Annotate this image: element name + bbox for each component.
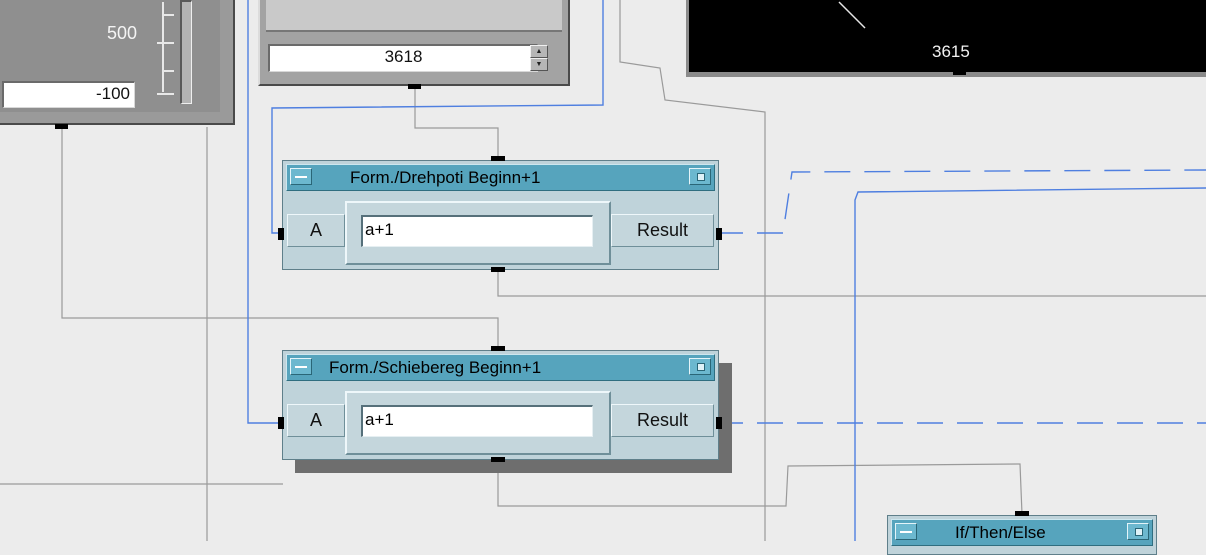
minimize-icon[interactable] [290,168,312,185]
formula-drehpoti-title: Form./Drehpoti Beginn+1 [350,168,541,187]
formula-drehpoti-pin-a [278,228,284,240]
maximize-icon[interactable] [689,358,711,375]
ifthenelse-seq-in [1015,511,1029,516]
ifthenelse-title: If/Then/Else [955,523,1046,542]
display-screen: 3615 [689,0,1206,72]
spin-down-button[interactable]: ▼ [530,58,548,71]
display-pin [953,70,966,75]
formula-schiebereg-input-a[interactable]: A [287,404,345,437]
knob-value-field[interactable]: 3618 [268,44,538,72]
maximize-icon[interactable] [1127,523,1149,540]
slider-tick-1 [164,14,174,16]
formula-schiebereg-seq-in [491,346,505,351]
minimize-icon[interactable] [290,358,312,375]
slider-scale-label: 500 [107,23,138,43]
maximize-icon[interactable] [689,168,711,185]
formula-drehpoti-expression-well: a+1 [345,201,611,265]
slider-tick-4 [157,93,174,95]
knob-panel[interactable]: 3618 ▲ ▼ [258,0,570,86]
display-panel: 3615 [686,0,1206,77]
formula-drehpoti-result[interactable]: Result [611,214,714,247]
minimize-icon[interactable] [895,523,917,540]
ifthenelse-title-bar[interactable]: If/Then/Else [891,519,1153,546]
formula-schiebereg-title-bar[interactable]: Form./Schiebereg Beginn+1 [286,354,715,381]
formula-schiebereg-result[interactable]: Result [611,404,714,437]
formula-schiebereg-pin-a [278,417,284,429]
display-value: 3615 [932,42,970,61]
formula-drehpoti[interactable]: Form./Drehpoti Beginn+1 A a+1 Result [282,160,719,270]
slider-panel[interactable]: 500 -100 [0,0,235,125]
formula-schiebereg[interactable]: Form./Schiebereg Beginn+1 A a+1 Result [282,350,719,460]
formula-drehpoti-expression-field[interactable]: a+1 [361,215,593,247]
formula-drehpoti-input-a[interactable]: A [287,214,345,247]
knob-output-pin [408,84,421,89]
ifthenelse-object[interactable]: If/Then/Else [887,515,1157,555]
slider-tick-2 [157,42,174,44]
slider-value-field[interactable]: -100 [2,81,135,108]
slider-track[interactable] [180,0,192,104]
formula-schiebereg-title: Form./Schiebereg Beginn+1 [329,358,542,377]
formula-schiebereg-expression-well: a+1 [345,391,611,455]
formula-drehpoti-seq-in [491,156,505,161]
slider-output-pin [55,124,68,129]
formula-schiebereg-expression-field[interactable]: a+1 [361,405,593,437]
formula-drehpoti-title-bar[interactable]: Form./Drehpoti Beginn+1 [286,164,715,191]
formula-schiebereg-seq-out [491,457,505,462]
formula-drehpoti-seq-out [491,267,505,272]
formula-schiebereg-pin-result [716,417,722,429]
spin-up-button[interactable]: ▲ [530,45,548,58]
formula-drehpoti-pin-result [716,228,722,240]
knob-area [266,0,562,32]
slider-tick-3 [164,70,174,72]
